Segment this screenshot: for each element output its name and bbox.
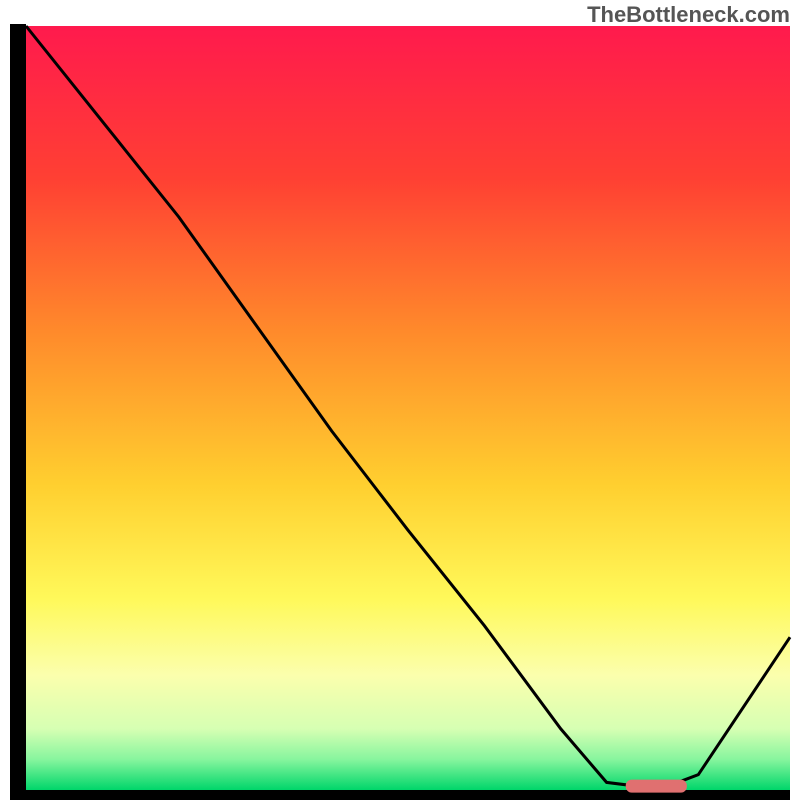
optimal-marker [626,780,687,793]
watermark-text: TheBottleneck.com [587,2,790,28]
chart-container: TheBottleneck.com [0,0,800,800]
axis-left [10,24,26,800]
plot-background [26,26,790,790]
chart-svg [0,0,800,800]
